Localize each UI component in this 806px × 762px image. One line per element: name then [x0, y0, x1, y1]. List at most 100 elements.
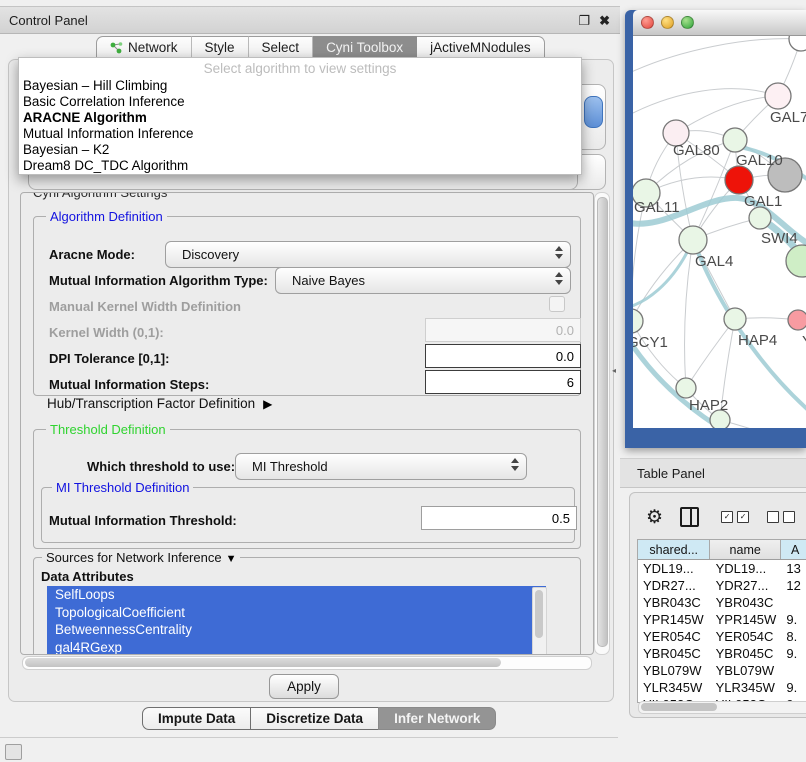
attribute-item-selfloops[interactable]: SelfLoops: [47, 586, 546, 604]
tab-select[interactable]: Select: [249, 36, 314, 59]
network-canvas[interactable]: GAL7GAL80GAL10GAL1GAL11SWI4GAL4GCY1HAP4Y…: [633, 36, 806, 428]
sources-legend[interactable]: Sources for Network Inference▼: [42, 550, 240, 565]
which-threshold-value: MI Threshold: [236, 459, 328, 474]
hub-definition-expander[interactable]: Hub/Transcription Factor Definition▶: [47, 396, 272, 411]
column-header-name[interactable]: name: [710, 540, 781, 559]
node-label-gcy1: GCY1: [633, 334, 668, 351]
divider: [0, 737, 618, 738]
algorithm-item-bayesian-hill-climbing[interactable]: Bayesian – Hill Climbing: [19, 78, 581, 94]
column-layout-icon[interactable]: [680, 507, 699, 527]
table-row[interactable]: YER054CYER054C8.: [638, 628, 806, 645]
network-node[interactable]: [765, 83, 791, 109]
network-node[interactable]: [724, 308, 746, 330]
tab-discretize-data[interactable]: Discretize Data: [250, 707, 378, 730]
table-hscrollbar-thumb[interactable]: [641, 703, 717, 711]
network-node[interactable]: [788, 310, 806, 330]
network-node[interactable]: [749, 207, 771, 229]
manual-kernel-checkbox[interactable]: [549, 296, 565, 312]
table-rows: YDL19...YDL19...13YDR27...YDR27...12YBR0…: [638, 560, 806, 702]
attribute-item-gal4rgexp[interactable]: gal4RGexp: [47, 639, 546, 656]
checkbox-unchecked-icon[interactable]: [783, 511, 795, 523]
network-edge[interactable]: [676, 96, 778, 133]
node-label-hap2: HAP2: [689, 397, 728, 414]
network-graph[interactable]: GAL7GAL80GAL10GAL1GAL11SWI4GAL4GCY1HAP4Y…: [633, 36, 806, 428]
node-label-y: Y: [802, 333, 806, 350]
tab-infer-network[interactable]: Infer Network: [378, 707, 496, 730]
algorithm-popup-placeholder: Select algorithm to view settings: [19, 58, 581, 78]
attribute-item-topologicalcoefficient[interactable]: TopologicalCoefficient: [47, 604, 546, 622]
network-icon: [110, 41, 123, 55]
table-hscrollbar[interactable]: [638, 701, 806, 714]
network-node[interactable]: [725, 166, 753, 194]
network-node[interactable]: [676, 378, 696, 398]
close-traffic-light[interactable]: [641, 16, 654, 29]
cyni-algorithm-settings-group: Cyni Algorithm Settings Algorithm Defini…: [20, 192, 594, 655]
checkbox-unchecked-icon[interactable]: [767, 511, 779, 523]
column-header-shared[interactable]: shared...: [638, 540, 710, 559]
data-attributes-label: Data Attributes: [41, 569, 134, 584]
network-edge[interactable]: [720, 420, 806, 428]
table-row[interactable]: YBR045CYBR045C9.: [638, 645, 806, 662]
algorithm-item-bayesian-k2[interactable]: Bayesian – K2: [19, 142, 581, 158]
algorithm-item-mutual-information-inference[interactable]: Mutual Information Inference: [19, 126, 581, 142]
data-attributes-list[interactable]: SelfLoopsTopologicalCoefficientBetweenne…: [47, 586, 546, 655]
network-edge[interactable]: [685, 240, 693, 388]
algorithm-item-aracne-algorithm[interactable]: ARACNE Algorithm: [19, 110, 581, 126]
table-row[interactable]: YDR27...YDR27...12: [638, 577, 806, 594]
table-cell: YPR145W: [638, 611, 711, 628]
table-row[interactable]: YDL19...YDL19...13: [638, 560, 806, 577]
docked-panel-icon[interactable]: [5, 744, 22, 760]
attribute-item-betweennesscentrality[interactable]: BetweennessCentrality: [47, 621, 546, 639]
table-cell: YER054C: [711, 628, 782, 645]
gear-icon[interactable]: ⚙: [646, 508, 663, 527]
tab-style[interactable]: Style: [192, 36, 249, 59]
hub-definition-label: Hub/Transcription Factor Definition: [47, 396, 255, 411]
checkbox-checked-icon[interactable]: ✓: [721, 511, 733, 523]
column-header-a[interactable]: A: [781, 540, 806, 559]
settings-scrollbar[interactable]: [594, 192, 610, 655]
network-window-titlebar[interactable]: [633, 10, 806, 36]
table-cell: YBR045C: [638, 645, 711, 662]
settings-hscrollbar[interactable]: [22, 656, 592, 670]
tab-jactivemnodules[interactable]: jActiveMNodules: [417, 36, 545, 59]
control-panel-title: Control Panel: [0, 13, 88, 28]
network-edge[interactable]: [686, 319, 735, 388]
network-edge[interactable]: [633, 39, 801, 74]
combo-spinner-focused[interactable]: [584, 96, 603, 128]
zoom-traffic-light[interactable]: [681, 16, 694, 29]
tab-network[interactable]: Network: [96, 36, 192, 59]
dpi-tolerance-input[interactable]: [425, 344, 581, 368]
list-scrollbar-thumb[interactable]: [535, 590, 543, 638]
checkbox-checked-icon[interactable]: ✓: [737, 511, 749, 523]
mi-threshold-input[interactable]: [421, 506, 577, 530]
list-scrollbar[interactable]: [532, 587, 547, 655]
network-node[interactable]: [723, 128, 747, 152]
mi-type-combo[interactable]: Naive Bayes: [275, 267, 571, 294]
network-node[interactable]: [786, 245, 806, 277]
splitter-arrow-icon[interactable]: ◂: [612, 366, 616, 375]
table-row[interactable]: YBR043CYBR043C: [638, 594, 806, 611]
table-row[interactable]: YPR145WYPR145W9.: [638, 611, 806, 628]
which-threshold-combo[interactable]: MI Threshold: [235, 453, 527, 480]
table-row[interactable]: YBL079WYBL079W: [638, 662, 806, 679]
network-node[interactable]: [633, 309, 643, 333]
network-node[interactable]: [679, 226, 707, 254]
network-edge[interactable]: [633, 240, 693, 321]
minimize-traffic-light[interactable]: [661, 16, 674, 29]
tab-cyni-toolbox[interactable]: Cyni Toolbox: [313, 36, 417, 59]
network-edge[interactable]: [633, 89, 778, 116]
kernel-width-input[interactable]: [425, 318, 581, 342]
close-icon[interactable]: ✖: [599, 14, 610, 27]
algorithm-item-dream8-dc-tdc-algorithm[interactable]: Dream8 DC_TDC Algorithm: [19, 158, 581, 174]
mi-steps-input[interactable]: [425, 370, 581, 394]
aracne-mode-combo[interactable]: Discovery: [165, 241, 571, 268]
settings-hscrollbar-thumb[interactable]: [25, 658, 501, 667]
settings-scrollbar-thumb[interactable]: [597, 197, 608, 647]
app-root: Control Panel ❐ ✖ NetworkStyleSelectCyni…: [0, 0, 806, 762]
tab-impute-data[interactable]: Impute Data: [142, 707, 250, 730]
table-row[interactable]: YLR345WYLR345W9.: [638, 679, 806, 696]
apply-button[interactable]: Apply: [269, 674, 339, 699]
network-node[interactable]: [789, 36, 806, 51]
float-window-icon[interactable]: ❐: [578, 14, 590, 27]
algorithm-item-basic-correlation-inference[interactable]: Basic Correlation Inference: [19, 94, 581, 110]
